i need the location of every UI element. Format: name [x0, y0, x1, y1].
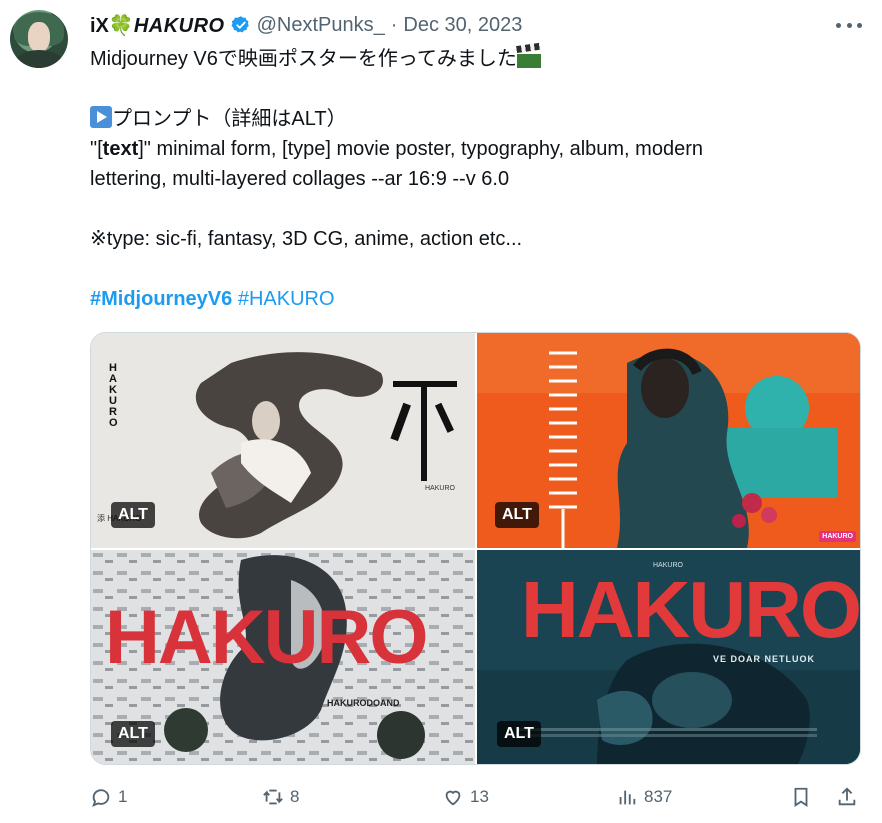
repost-count: 8	[290, 787, 300, 806]
like-button[interactable]: 13	[442, 786, 489, 808]
share-icon	[838, 787, 856, 806]
tweet-line-4: lettering, multi-layered collages --ar 1…	[90, 168, 510, 190]
more-dot	[846, 22, 852, 28]
media-image-4[interactable]: HAKURO HAKURO VE DOAR NETLUOK ALT	[477, 550, 861, 764]
views-icon	[619, 790, 636, 805]
poster-3-title: HAKURO	[105, 595, 429, 680]
tweet-line-3: "[text]" minimal form, [type] movie post…	[90, 134, 850, 164]
share-button[interactable]	[836, 786, 858, 808]
avatar-shoulder	[16, 50, 62, 68]
heart-icon	[445, 790, 461, 806]
media-image-2[interactable]: HAKURO ALT	[477, 333, 860, 548]
media-image-1[interactable]: HAKURO HAKURO 添 HAKURO ALT	[91, 333, 475, 548]
author-name-suffix: HAKURO	[133, 14, 225, 37]
clapper-board-icon	[515, 42, 541, 68]
author-handle[interactable]: @NextPunks_	[257, 14, 385, 37]
reply-button[interactable]: 1	[90, 786, 127, 808]
clover-icon: 🍀	[108, 14, 134, 37]
poster-2-badge: HAKURO	[819, 531, 856, 542]
poster-4-title: HAKURO	[521, 565, 861, 654]
bookmark-icon	[794, 787, 808, 807]
alt-badge[interactable]: ALT	[497, 721, 541, 747]
alt-badge[interactable]: ALT	[111, 502, 155, 528]
hashtag-midjourney[interactable]: #MidjourneyV6	[90, 288, 232, 310]
poster-1-vertical-text: HAKURO	[109, 362, 118, 429]
bookmark-button[interactable]	[790, 786, 812, 808]
reply-icon	[92, 789, 110, 807]
prompt-label: プロンプト（詳細はALT）	[112, 108, 347, 130]
more-dot	[836, 22, 841, 28]
prompt-bold-text: text	[102, 138, 139, 160]
tweet-header: iX🍀HAKURO @NextPunks_ · Dec 30, 2023	[90, 12, 522, 38]
media-image-3[interactable]: HAKURO HAKURODOAND ALT	[91, 550, 475, 764]
view-count: 837	[644, 787, 673, 806]
tweet-line-1: Midjourney V6で映画ポスターを作ってみました	[90, 42, 850, 74]
avatar-face	[28, 22, 50, 52]
alt-badge[interactable]: ALT	[495, 502, 539, 528]
tweet-line-3-rest: ]" minimal form, [type] movie poster, ty…	[138, 138, 703, 160]
play-button-icon	[90, 106, 112, 128]
alt-badge[interactable]: ALT	[111, 721, 155, 747]
quote-open: "[	[90, 138, 103, 160]
tweet-line-prompt: プロンプト（詳細はALT）	[90, 104, 850, 134]
verified-badge-icon	[231, 16, 249, 33]
media-grid: HAKURO HAKURO 添 HAKURO ALT HAKURO ALT	[90, 332, 861, 765]
tweet-line-1-text: Midjourney V6で映画ポスターを作ってみました	[90, 48, 517, 70]
avatar[interactable]	[10, 10, 68, 68]
views-button[interactable]: 837	[616, 786, 672, 808]
author-name[interactable]: iX🍀HAKURO	[90, 13, 225, 38]
separator-dot: ·	[390, 13, 398, 36]
tweet-date[interactable]: Dec 30, 2023	[403, 14, 522, 37]
tweet-text: Midjourney V6で映画ポスターを作ってみました プロンプト（詳細はAL…	[90, 42, 850, 314]
like-count: 13	[470, 787, 489, 806]
reply-count: 1	[118, 787, 128, 806]
poster-4-subtitle: VE DOAR NETLUOK	[713, 654, 816, 664]
tweet-line-5: ※type: sic-fi, fantasy, 3D CG, anime, ac…	[90, 228, 523, 250]
more-dot	[857, 22, 862, 28]
hashtag-hakuro[interactable]: #HAKURO	[232, 288, 335, 310]
more-options-icon[interactable]	[836, 14, 862, 36]
poster-1-small-text: HAKURO	[425, 485, 455, 492]
repost-icon	[263, 789, 283, 805]
repost-button[interactable]: 8	[262, 786, 299, 808]
tweet-actions: 1 8 13 837	[90, 786, 860, 814]
hashtags: #MidjourneyV6 #HAKURO	[90, 284, 850, 314]
author-name-prefix: iX	[90, 14, 109, 37]
poster-3-small-text: HAKURODOAND	[327, 698, 400, 708]
